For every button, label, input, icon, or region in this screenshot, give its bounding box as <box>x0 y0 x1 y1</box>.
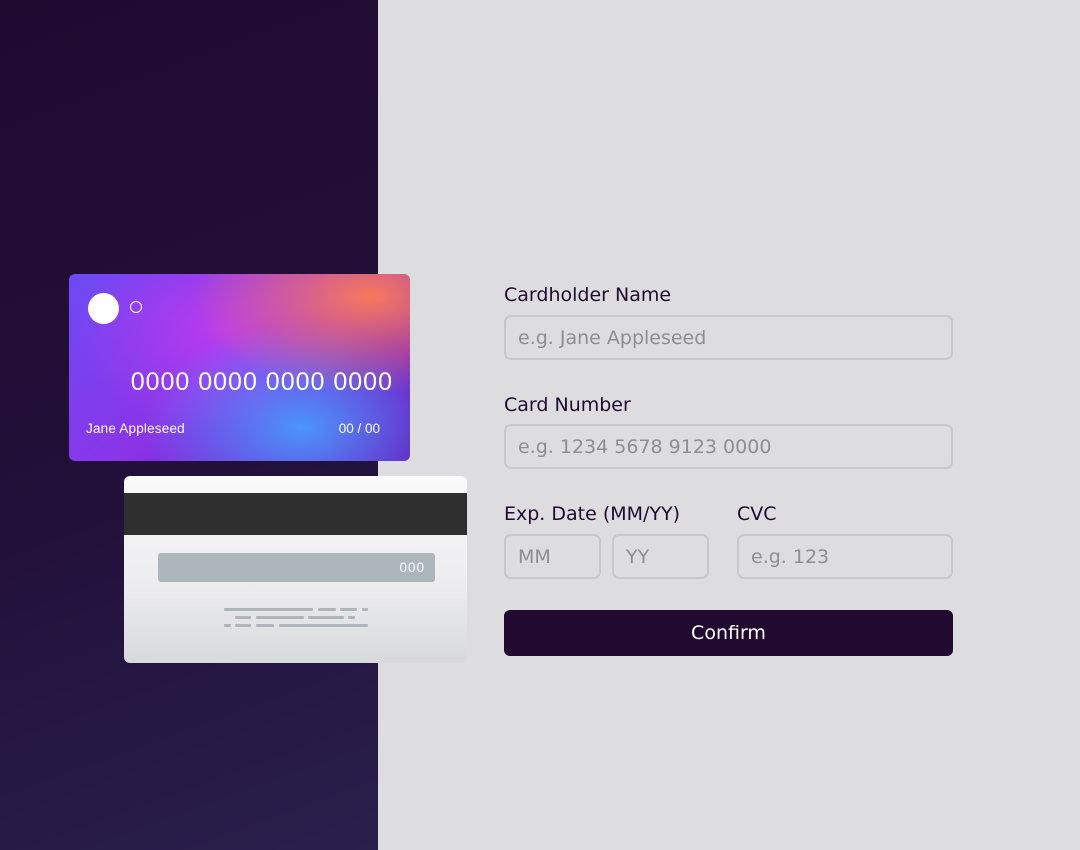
card-number-input[interactable] <box>504 424 953 469</box>
cardholder-name-input[interactable] <box>504 315 953 360</box>
magnetic-stripe <box>124 493 467 535</box>
confirm-button[interactable]: Confirm <box>504 610 953 656</box>
page: 0000 0000 0000 0000 Jane Appleseed 00 / … <box>0 0 1080 850</box>
card-cvc-display: 000 <box>399 560 425 575</box>
card-expiry-display: 00 / 00 <box>338 421 380 436</box>
card-number-display: 0000 0000 0000 0000 <box>130 368 393 396</box>
card-number-label: Card Number <box>504 394 631 416</box>
cvc-label: CVC <box>737 503 777 525</box>
signature-strip: 000 <box>158 553 435 582</box>
exp-month-input[interactable] <box>504 534 601 579</box>
card-logo-small-circle-icon <box>130 301 142 313</box>
card-front-preview: 0000 0000 0000 0000 Jane Appleseed 00 / … <box>69 274 410 461</box>
exp-date-label: Exp. Date (MM/YY) <box>504 503 681 525</box>
cardholder-name-label: Cardholder Name <box>504 284 672 306</box>
card-fine-print <box>224 608 370 630</box>
exp-year-input[interactable] <box>612 534 709 579</box>
card-logo-large-circle-icon <box>88 293 119 324</box>
cvc-input[interactable] <box>737 534 953 579</box>
cardholder-name-display: Jane Appleseed <box>86 421 185 436</box>
card-back-preview: 000 <box>124 476 467 663</box>
